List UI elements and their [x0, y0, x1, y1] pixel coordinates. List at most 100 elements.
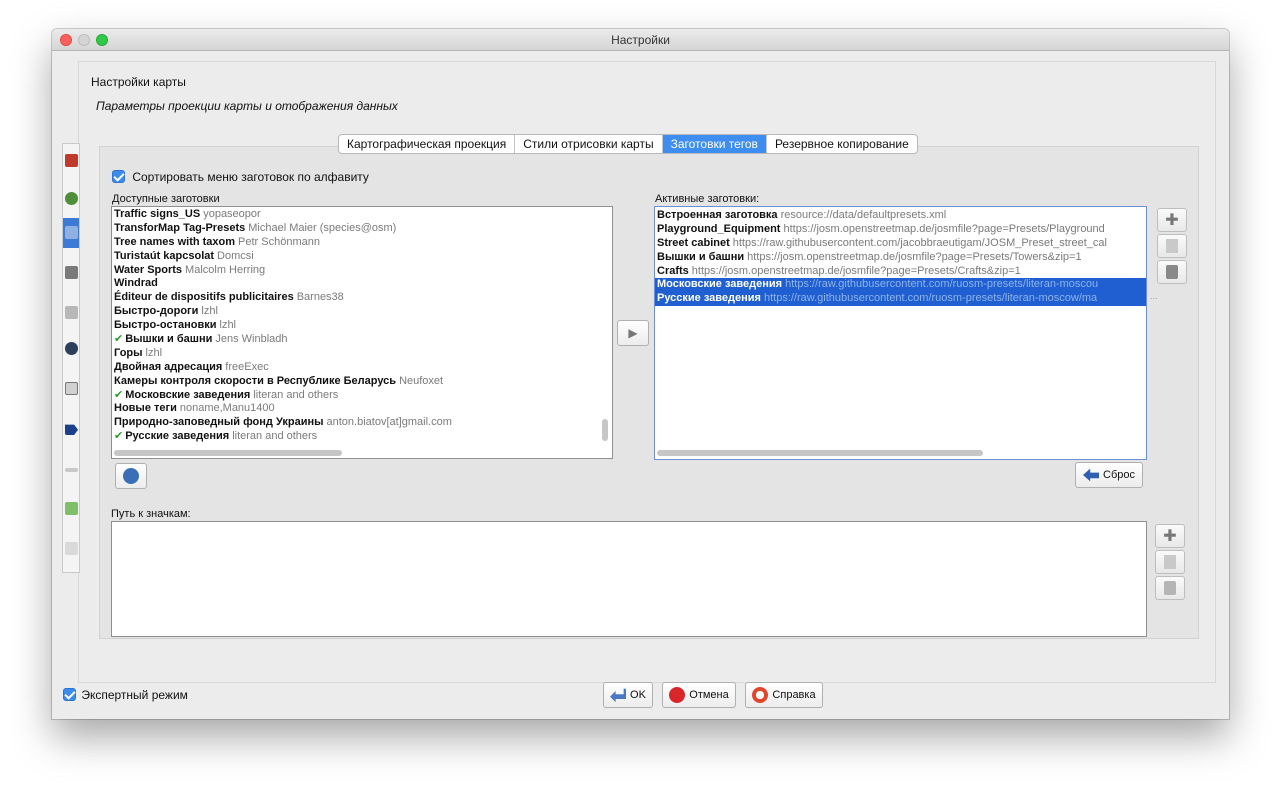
available-preset-item[interactable]: Быстро-дороги lzhl	[112, 305, 612, 319]
tab-map-projection[interactable]: Картографическая проекция	[339, 135, 516, 153]
preset-name: Вышки и башни	[125, 333, 213, 346]
available-preset-item[interactable]: Быстро-остановки lzhl	[112, 319, 612, 333]
available-preset-item[interactable]: ✔ Вышки и башни Jens Winbladh	[112, 333, 612, 347]
preset-name: Природно-заповедный фонд Украины	[114, 416, 324, 429]
ok-label: OK	[630, 689, 646, 701]
active-preset-item[interactable]: Московские заведения https://raw.githubus…	[655, 278, 1146, 293]
tab-map-paint-styles[interactable]: Стили отрисовки карты	[515, 135, 663, 153]
edit-icon-path-button[interactable]	[1155, 550, 1185, 574]
preset-name: Московские заведения	[125, 388, 251, 401]
available-preset-item[interactable]: Новые теги noname,Manu1400	[112, 402, 612, 416]
draw-settings-icon[interactable]	[65, 266, 78, 279]
page-title: Настройки карты	[91, 75, 186, 89]
shortcut-settings-icon[interactable]	[65, 382, 78, 395]
active-presets-list[interactable]: Встроенная заготовка resource://data/defa…	[654, 206, 1147, 460]
zoom-window-button[interactable]	[96, 34, 108, 46]
preference-category-strip	[62, 143, 80, 573]
active-checkmark-icon: ✔	[114, 388, 124, 401]
delete-preset-button[interactable]	[1157, 260, 1187, 284]
preset-name: Windrad	[114, 277, 158, 290]
add-to-active-button[interactable]: ▶	[617, 320, 649, 346]
available-preset-item[interactable]: Двойная адресация freeExec	[112, 361, 612, 375]
preset-name: Water Sports	[114, 263, 183, 276]
tab-tagging-presets[interactable]: Заготовки тегов	[662, 135, 767, 153]
available-presets-list[interactable]: Traffic signs_US yopaseopor TransforMap Ta…	[111, 206, 613, 459]
active-preset-item[interactable]: Street cabinet https://raw.githubusercont…	[655, 237, 1146, 251]
add-preset-button[interactable]: ✚	[1157, 208, 1187, 232]
remote-control-icon[interactable]	[65, 424, 78, 435]
title-bar: Настройки	[52, 29, 1229, 51]
undo-arrow-icon	[1083, 468, 1099, 482]
sort-presets-checkbox[interactable]	[112, 170, 125, 183]
reset-button[interactable]: Сброс	[1075, 462, 1143, 488]
preset-name: Двойная адресация	[114, 360, 223, 373]
available-preset-item[interactable]: Природно-заповедный фонд Украины anton.bi…	[112, 416, 612, 430]
available-preset-item[interactable]: Water Sports Malcolm Herring	[112, 264, 612, 278]
active-preset-item[interactable]: Playground_Equipment https://josm.openstr…	[655, 223, 1146, 237]
refresh-icon	[123, 468, 139, 484]
available-preset-item[interactable]: Горы lzhl	[112, 347, 612, 361]
available-preset-item[interactable]: Traffic signs_US yopaseopor	[112, 208, 612, 222]
available-preset-item[interactable]: Windrad	[112, 277, 612, 291]
preset-name: Быстро-остановки	[114, 319, 217, 332]
edit-preset-button[interactable]	[1157, 234, 1187, 258]
validator-settings-icon[interactable]	[65, 306, 78, 319]
active-preset-item[interactable]: Вышки и башни https://josm.openstreetmap.…	[655, 251, 1146, 265]
preset-author: lzhl	[219, 319, 237, 332]
gps-settings-icon[interactable]	[65, 342, 78, 355]
expert-mode-checkbox[interactable]	[63, 688, 76, 701]
preset-author: Petr Schönmann	[238, 235, 320, 248]
advanced-settings-icon[interactable]	[65, 542, 78, 555]
preset-name: Новые теги	[114, 402, 177, 415]
imagery-settings-icon[interactable]	[65, 468, 78, 472]
trash-icon	[1164, 581, 1176, 595]
preset-name: Éditeur de dispositifs publicitaires	[114, 291, 294, 304]
preset-name: Камеры контроля скорости в Республике Бе…	[114, 374, 397, 387]
available-preset-item[interactable]: Камеры контроля скорости в Республике Бе…	[112, 375, 612, 389]
expert-mode-option[interactable]: Экспертный режим	[63, 688, 188, 702]
preset-url: https://raw.githubusercontent.com/ruosm-…	[763, 292, 1098, 305]
available-preset-item[interactable]: ✔ Русские заведения literan and others	[112, 430, 612, 444]
add-icon-path-button[interactable]: ✚	[1155, 524, 1185, 548]
preset-name: Быстро-дороги	[114, 305, 199, 318]
preset-url: resource://data/defaultpresets.xml	[780, 209, 947, 221]
available-preset-item[interactable]: Éditeur de dispositifs publicitaires Barn…	[112, 291, 612, 305]
ok-button[interactable]: OK	[603, 682, 653, 708]
available-preset-item[interactable]: Turistaút kapcsolat Domcsi	[112, 250, 612, 264]
preset-name: Вышки и башни	[657, 250, 745, 263]
available-preset-item[interactable]: ✔ Московские заведения literan and others	[112, 389, 612, 403]
preset-name: Русские заведения	[125, 430, 230, 443]
ok-arrow-icon	[610, 688, 627, 703]
display-settings-icon[interactable]	[65, 154, 78, 167]
preset-author: literan and others	[253, 388, 339, 401]
map-settings-icon[interactable]	[65, 226, 78, 239]
active-preset-item[interactable]: Встроенная заготовка resource://data/defa…	[655, 209, 1146, 223]
active-preset-item[interactable]: Crafts https://josm.openstreetmap.de/josm…	[655, 265, 1146, 279]
sort-presets-option[interactable]: Сортировать меню заготовок по алфавиту	[112, 170, 369, 184]
preset-author: Domcsi	[217, 249, 254, 262]
edit-document-icon	[1164, 555, 1176, 569]
available-list-horizontal-scrollbar[interactable]	[114, 450, 342, 456]
tab-backup[interactable]: Резервное копирование	[767, 135, 917, 153]
minimize-window-button[interactable]	[78, 34, 90, 46]
cancel-button[interactable]: Отмена	[662, 682, 736, 708]
preset-author: anton.biatov[at]gmail.com	[326, 416, 452, 429]
icon-paths-list[interactable]	[111, 521, 1147, 637]
active-preset-item[interactable]: Русские заведения https://raw.githubuserc…	[655, 292, 1146, 307]
help-button[interactable]: Справка	[745, 682, 823, 708]
close-window-button[interactable]	[60, 34, 72, 46]
available-preset-item[interactable]: Tree names with taxom Petr Schönmann	[112, 236, 612, 250]
plugin-settings-icon[interactable]	[65, 502, 78, 515]
icon-paths-label: Путь к значкам:	[111, 508, 191, 520]
preset-url: https://raw.githubusercontent.com/ruosm-…	[785, 278, 1099, 291]
preset-author: lzhl	[145, 346, 163, 359]
connection-settings-icon[interactable]	[65, 192, 78, 205]
active-list-horizontal-scrollbar[interactable]	[657, 450, 983, 456]
preset-author: Jens Winbladh	[215, 333, 288, 346]
preset-url: https://raw.githubusercontent.com/jacobb…	[732, 236, 1107, 249]
preset-name: TransforMap Tag-Presets	[114, 221, 246, 234]
available-preset-item[interactable]: TransforMap Tag-Presets Michael Maier (sp…	[112, 222, 612, 236]
reload-presets-button[interactable]	[115, 463, 147, 489]
delete-icon-path-button[interactable]	[1155, 576, 1185, 600]
available-list-vertical-scrollbar[interactable]	[602, 419, 608, 441]
